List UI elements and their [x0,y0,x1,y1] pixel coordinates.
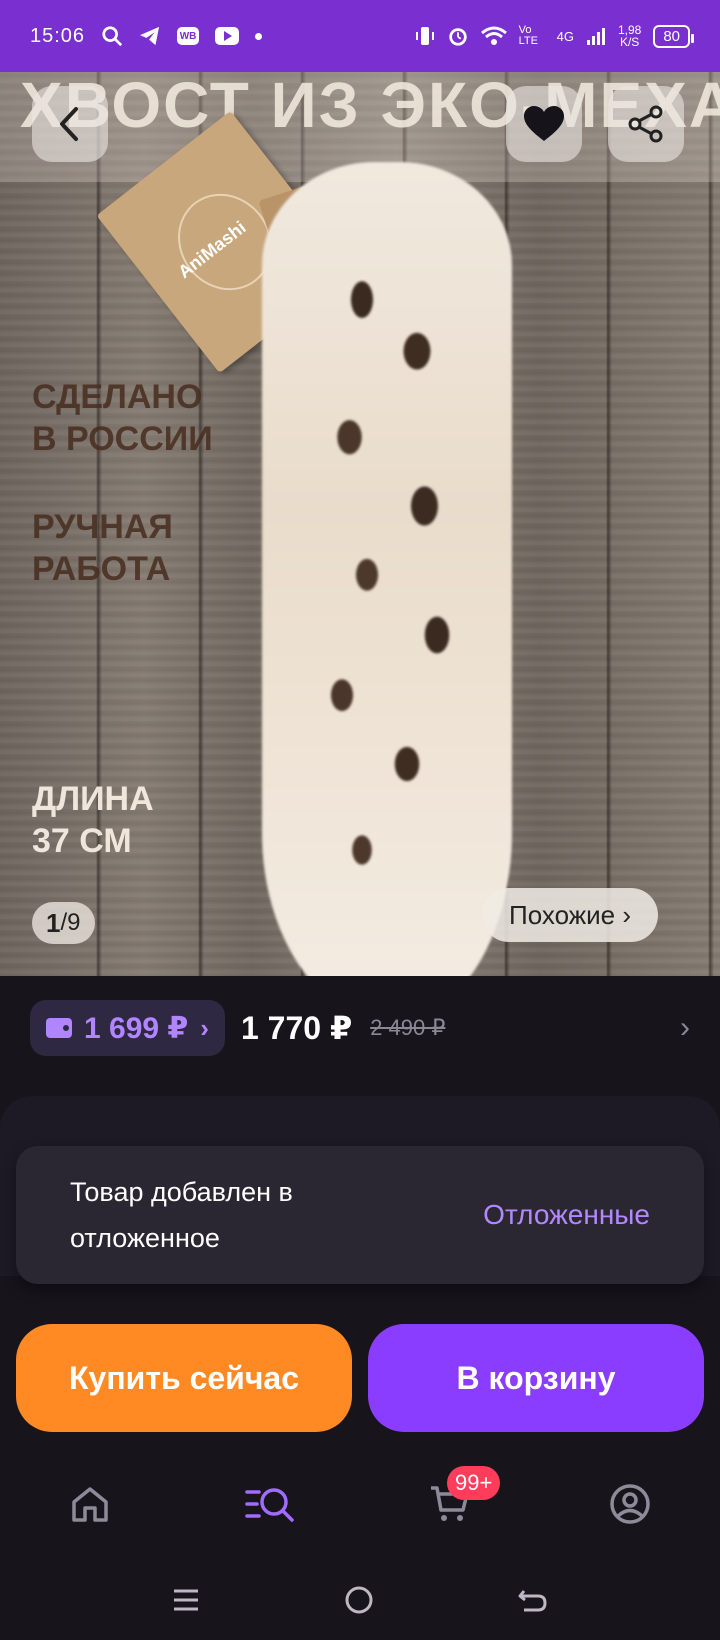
cart-count-badge: 99+ [447,1466,501,1500]
pager-current: 1 [46,907,61,938]
net-speed: 1,98 K/S [618,24,641,48]
bottom-navigation: 99+ [0,1452,720,1556]
youtube-icon [215,27,240,45]
nav-cart[interactable]: 99+ [405,1464,501,1544]
add-to-cart-button[interactable]: В корзину [368,1324,704,1432]
nav-catalog[interactable] [225,1464,315,1544]
nav-profile[interactable] [585,1464,675,1544]
length-text: ДЛИНА 37 СМ [32,778,154,862]
home-system-button[interactable] [344,1585,374,1620]
added-to-favorites-toast: Товар добавлен в отложенное Отложенные [16,1146,704,1284]
wb-app-icon: WB [177,27,200,45]
handmade-text: РУЧНАЯ РАБОТА [32,506,173,590]
circle-home-icon [345,1586,373,1613]
network-type: 4G [556,28,574,44]
made-in-line1: СДЕЛАНО [32,378,203,416]
wallet-price: 1 699 ₽ [84,1011,189,1045]
alarm-icon [447,25,469,47]
volte-label: Vo LTE [518,24,538,47]
share-button[interactable] [608,86,684,162]
share-icon [628,105,663,143]
notification-dot-icon [255,32,263,40]
favorite-button[interactable] [506,86,582,162]
back-gesture-icon [518,1589,547,1611]
nav-home[interactable] [45,1464,135,1544]
telegram-icon [139,26,161,46]
battery-indicator: 80 [653,24,694,48]
heart-icon [524,106,564,141]
back-button[interactable] [32,86,108,162]
back-arrow-icon [60,107,78,141]
home-icon [72,1487,108,1522]
menu-icon [174,1589,198,1610]
image-pager: 1 / 9 [32,902,95,944]
wallet-price-chip[interactable]: 1 699 ₽ › [30,1000,225,1056]
search-icon [101,25,123,47]
status-bar: 15:06 WB Vo LTE 4G 1,98 K/S 80 [0,0,720,72]
pager-total: 9 [67,909,81,936]
old-price: 2 490 ₽ [370,1015,446,1040]
toast-favorites-link[interactable]: Отложенные [483,1199,650,1231]
similar-products-button[interactable]: Похожие › [482,888,658,942]
toast-message: Товар добавлен в отложенное [70,1177,293,1253]
profile-icon [610,1484,650,1524]
wallet-icon [46,1018,72,1038]
net-speed-unit: K/S [619,35,640,49]
handmade-line1: РУЧНАЯ [32,508,173,546]
vibrate-icon [415,25,435,47]
product-image-gallery[interactable]: ХВОСТ ИЗ ЭКО-МЕХА AniMashi СДЕЛАНО В РОС… [0,72,720,1018]
made-in-russia-text: СДЕЛАНО В РОССИИ [32,376,213,460]
handmade-line2: РАБОТА [32,550,171,588]
status-time: 15:06 [30,24,86,47]
recent-apps-button[interactable] [172,1586,200,1619]
chevron-right-icon: › [200,1012,209,1043]
made-in-line2: В РОССИИ [32,420,213,458]
back-system-button[interactable] [518,1585,548,1620]
signal-icon [586,26,606,46]
main-price: 1 770 ₽ [240,1010,353,1046]
price-bar[interactable]: 1 699 ₽ › 1 770 ₽ 2 490 ₽ › [0,976,720,1080]
catalog-search-icon [245,1488,294,1522]
system-navigation-bar [0,1564,720,1640]
fur-tail-image [262,162,512,1018]
length-line1: ДЛИНА [32,780,154,818]
price-details-chevron-icon[interactable]: › [680,1011,690,1045]
buy-now-button[interactable]: Купить сейчас [16,1324,352,1432]
wifi-icon [480,26,507,46]
length-line2: 37 СМ [32,822,132,860]
pager-separator: / [60,909,68,936]
